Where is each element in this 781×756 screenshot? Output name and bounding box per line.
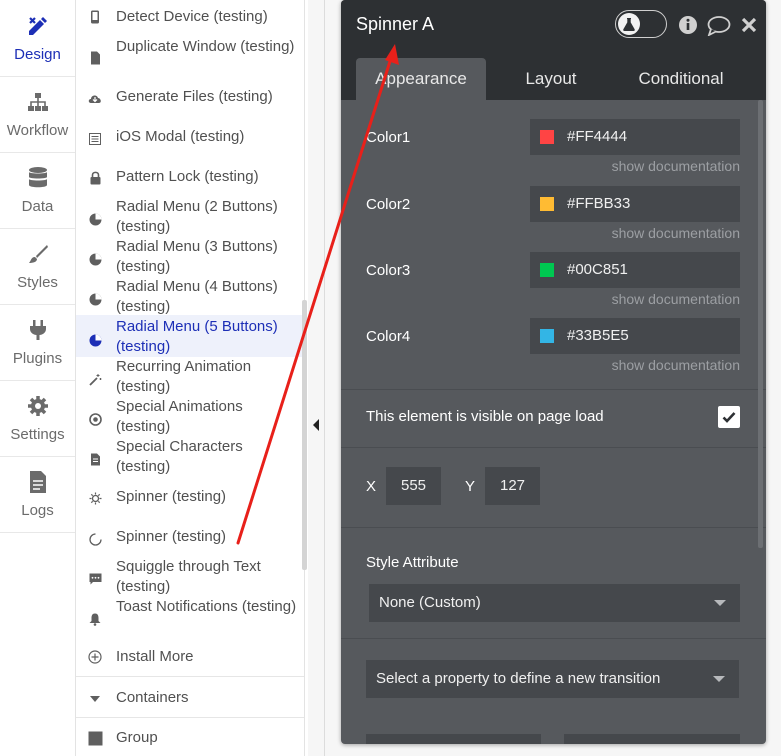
property-editor: Spinner A Appearance Layout Conditional … xyxy=(341,0,766,744)
tab-appearance[interactable]: Appearance xyxy=(356,58,486,100)
color1-swatch[interactable] xyxy=(540,130,554,144)
color3-label: Color3 xyxy=(366,262,411,279)
target-icon xyxy=(88,412,102,426)
square-icon xyxy=(87,730,103,746)
transition-property-dropdown[interactable]: Select a property to define a new transi… xyxy=(366,660,739,698)
caret-down-icon xyxy=(714,600,726,606)
visible-on-load-label: This element is visible on page load xyxy=(366,408,604,425)
canvas-edge xyxy=(324,0,325,756)
show-documentation-link[interactable]: show documentation xyxy=(612,291,740,307)
list-icon xyxy=(88,132,102,146)
x-position-input[interactable]: 555 xyxy=(386,467,441,505)
nav-label: Data xyxy=(21,198,54,215)
comment-icon[interactable] xyxy=(707,16,731,41)
show-documentation-link[interactable]: show documentation xyxy=(612,357,740,373)
visible-on-load-checkbox[interactable] xyxy=(718,406,740,428)
nav-logs[interactable]: Logs xyxy=(0,456,75,533)
element-list-scrollbar[interactable] xyxy=(302,300,307,570)
x-label: X xyxy=(366,478,377,495)
cloud-download-icon xyxy=(88,91,102,105)
bottom-button-right[interactable] xyxy=(564,734,740,744)
color1-label: Color1 xyxy=(366,129,411,146)
design-icon xyxy=(26,14,50,38)
color4-field[interactable]: #33B5E5 xyxy=(530,318,740,354)
caret-down-icon xyxy=(713,676,725,682)
section-separator xyxy=(341,527,766,528)
section-separator xyxy=(341,638,766,639)
nav-label: Workflow xyxy=(6,122,69,139)
nav-label: Logs xyxy=(21,502,54,519)
collapse-panel-icon[interactable] xyxy=(313,419,319,431)
color4-swatch[interactable] xyxy=(540,329,554,343)
workflow-icon xyxy=(27,90,49,114)
lock-icon xyxy=(88,171,102,185)
info-icon[interactable] xyxy=(678,15,698,40)
list-item-selected[interactable]: Radial Menu (5 Buttons) (testing) xyxy=(76,315,304,357)
checkmark-icon xyxy=(722,412,736,423)
nav-plugins[interactable]: Plugins xyxy=(0,304,75,381)
circle-icon xyxy=(88,532,102,546)
pie-icon xyxy=(88,212,102,226)
nav-label: Plugins xyxy=(12,350,63,367)
nav-label: Design xyxy=(14,46,61,63)
show-documentation-link[interactable]: show documentation xyxy=(612,158,740,174)
nav-design[interactable]: Design xyxy=(0,0,75,77)
color2-label: Color2 xyxy=(366,196,411,213)
nav-settings[interactable]: Settings xyxy=(0,380,75,457)
phone-icon xyxy=(88,10,102,24)
database-icon xyxy=(27,166,49,190)
property-tabs: Appearance Layout Conditional xyxy=(341,50,766,100)
tab-layout[interactable]: Layout xyxy=(491,58,611,100)
style-attribute-dropdown[interactable]: None (Custom) xyxy=(369,584,740,622)
color2-field[interactable]: #FFBB33 xyxy=(530,186,740,222)
plus-circle-icon xyxy=(88,650,102,664)
section-separator xyxy=(341,389,766,390)
bottom-button-left[interactable] xyxy=(366,734,541,744)
nav-workflow[interactable]: Workflow xyxy=(0,76,75,153)
gear-icon xyxy=(27,394,49,418)
pie-icon xyxy=(88,292,102,306)
caret-down-icon xyxy=(88,692,102,706)
section-separator xyxy=(341,447,766,448)
chat-dots-icon xyxy=(88,572,102,586)
file-icon xyxy=(88,51,102,65)
list-divider xyxy=(76,717,304,718)
brush-icon xyxy=(27,242,49,266)
flask-icon xyxy=(618,13,640,35)
y-label: Y xyxy=(465,478,476,495)
element-title[interactable]: Spinner A xyxy=(356,14,434,35)
plug-icon xyxy=(27,318,49,342)
sun-icon xyxy=(88,491,102,505)
document-icon xyxy=(28,470,48,494)
pie-icon xyxy=(88,252,102,266)
file-text-icon xyxy=(88,452,102,466)
left-nav: Design Workflow Data Styles Plugins Sett… xyxy=(0,0,76,756)
nav-styles[interactable]: Styles xyxy=(0,228,75,305)
color2-swatch[interactable] xyxy=(540,197,554,211)
nav-label: Styles xyxy=(17,274,58,291)
inspector-toggle[interactable] xyxy=(615,10,667,38)
list-divider xyxy=(76,676,304,677)
color1-field[interactable]: #FF4444 xyxy=(530,119,740,155)
property-editor-scrollbar[interactable] xyxy=(758,100,763,548)
bell-icon xyxy=(88,612,102,626)
nav-data[interactable]: Data xyxy=(0,152,75,229)
nav-label: Settings xyxy=(10,426,65,443)
color3-field[interactable]: #00C851 xyxy=(530,252,740,288)
style-attribute-label: Style Attribute xyxy=(366,554,459,571)
close-icon[interactable] xyxy=(740,16,758,39)
pie-icon xyxy=(88,333,102,347)
y-position-input[interactable]: 127 xyxy=(485,467,540,505)
tab-conditional[interactable]: Conditional xyxy=(611,58,751,100)
property-editor-header[interactable]: Spinner A xyxy=(341,0,766,50)
element-list: Detect Device (testing) Duplicate Window… xyxy=(76,0,305,756)
show-documentation-link[interactable]: show documentation xyxy=(612,225,740,241)
magic-wand-icon xyxy=(88,372,102,386)
color3-swatch[interactable] xyxy=(540,263,554,277)
color4-label: Color4 xyxy=(366,328,411,345)
